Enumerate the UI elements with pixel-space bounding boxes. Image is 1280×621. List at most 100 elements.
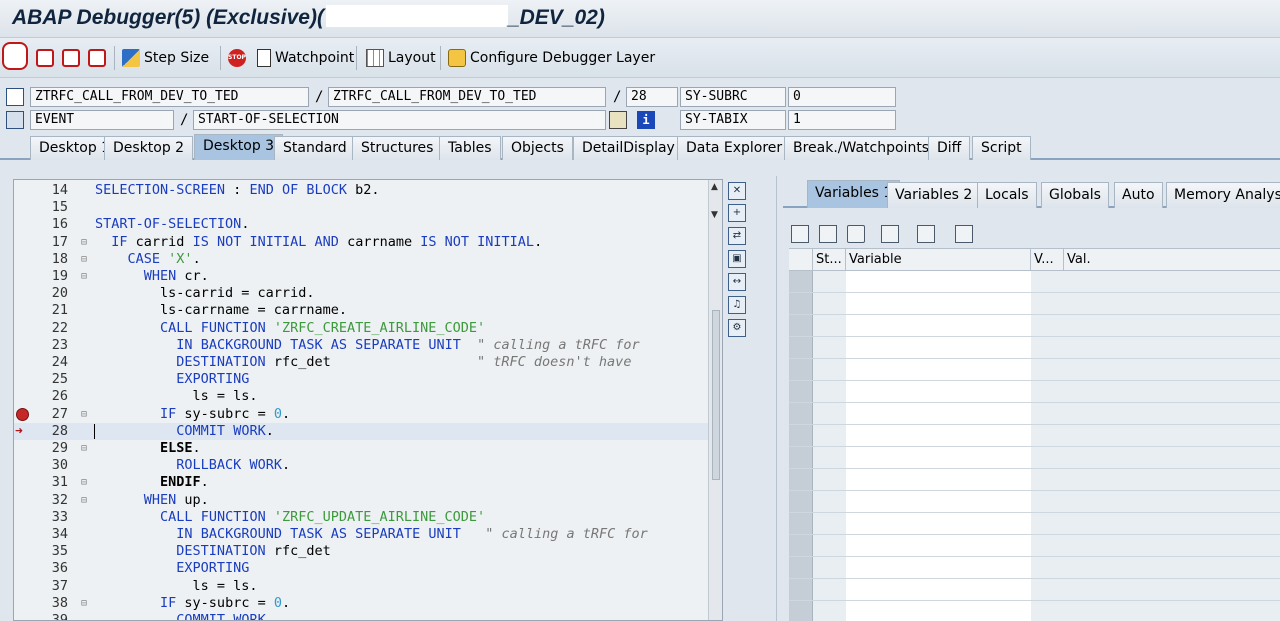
code-line[interactable]: 31 ⊟ ENDIF.: [14, 474, 708, 491]
code-line[interactable]: 22 CALL FUNCTION 'ZRFC_CREATE_AIRLINE_CO…: [14, 320, 708, 337]
code-line[interactable]: 39 COMMIT WORK.: [14, 612, 708, 620]
code-line[interactable]: 14 SELECTION-SCREEN : END OF BLOCK b2.: [14, 182, 708, 199]
table-row[interactable]: [789, 271, 1280, 293]
variable-input-cell[interactable]: [846, 403, 1031, 424]
table-row[interactable]: [789, 293, 1280, 315]
row-selector[interactable]: [789, 579, 813, 600]
variable-input-cell[interactable]: [846, 271, 1031, 292]
layout-button[interactable]: Layout: [366, 46, 436, 70]
variable-input-cell[interactable]: [846, 601, 1031, 621]
tab-desktop-2[interactable]: Desktop 2: [104, 136, 194, 160]
row-selector[interactable]: [789, 403, 813, 424]
column-header-value[interactable]: Val.: [1064, 249, 1280, 271]
row-selector[interactable]: [789, 513, 813, 534]
fold-marker[interactable]: ⊟: [81, 440, 87, 457]
tab-break-watchpoints[interactable]: Break./Watchpoints: [784, 136, 939, 160]
tab-standard[interactable]: Standard: [274, 136, 356, 160]
continue-button[interactable]: [88, 46, 110, 70]
tab-diff[interactable]: Diff: [928, 136, 971, 160]
column-header-status[interactable]: St...: [813, 249, 846, 271]
table-row[interactable]: [789, 469, 1280, 491]
row-selector[interactable]: [789, 469, 813, 490]
fold-marker[interactable]: ⊟: [81, 268, 87, 285]
swap-icon[interactable]: ↔: [728, 273, 746, 291]
table-row[interactable]: [789, 579, 1280, 601]
tab-memory-analysis[interactable]: Memory Analysis: [1166, 182, 1280, 208]
table-row[interactable]: [789, 601, 1280, 621]
row-selector[interactable]: [789, 315, 813, 336]
sysvar1-value-field[interactable]: 0: [788, 87, 896, 107]
fold-marker[interactable]: ⊟: [81, 492, 87, 509]
table-row[interactable]: [789, 447, 1280, 469]
row-selector[interactable]: [789, 491, 813, 512]
fold-marker[interactable]: ⊟: [81, 234, 87, 251]
step-into-button[interactable]: [2, 42, 32, 70]
tab-desktop-3[interactable]: Desktop 3: [194, 134, 284, 160]
tab-objects[interactable]: Objects: [502, 136, 573, 160]
variable-input-cell[interactable]: [846, 557, 1031, 578]
column-header-v[interactable]: V...: [1031, 249, 1064, 271]
variable-input-cell[interactable]: [846, 337, 1031, 358]
code-line[interactable]: 20 ls-carrid = carrid.: [14, 285, 708, 302]
table-row[interactable]: [789, 425, 1280, 447]
scroll-down-icon[interactable]: ▼: [711, 210, 718, 220]
close-icon[interactable]: ✕: [728, 182, 746, 200]
folder-icon[interactable]: [955, 225, 973, 243]
code-line[interactable]: 37 ls = ls.: [14, 578, 708, 595]
maximize-icon[interactable]: ▣: [728, 250, 746, 268]
transfer-icon[interactable]: [917, 225, 935, 243]
row-selector[interactable]: [789, 425, 813, 446]
row-selector[interactable]: [789, 337, 813, 358]
code-line[interactable]: 35 DESTINATION rfc_det: [14, 543, 708, 560]
code-line[interactable]: 24 DESTINATION rfc_det " tRFC doesn't ha…: [14, 354, 708, 371]
row-selector[interactable]: [789, 293, 813, 314]
settings-icon[interactable]: ⚙: [728, 319, 746, 337]
tab-globals[interactable]: Globals: [1041, 182, 1109, 208]
tab-variables-2[interactable]: Variables 2: [887, 182, 981, 208]
sysvar2-value-field[interactable]: 1: [788, 110, 896, 130]
variables-table[interactable]: St... Variable V... Val.: [789, 248, 1280, 621]
navigate-icon[interactable]: [609, 111, 627, 129]
variable-input-cell[interactable]: [846, 513, 1031, 534]
event-type-field[interactable]: EVENT: [30, 110, 174, 130]
table-row[interactable]: [789, 535, 1280, 557]
variable-input-cell[interactable]: [846, 359, 1031, 380]
info-icon[interactable]: i: [637, 111, 655, 129]
fold-marker[interactable]: ⊟: [81, 251, 87, 268]
code-line[interactable]: 17 ⊟ IF carrid IS NOT INITIAL AND carrnam…: [14, 234, 708, 251]
tab-data-explorer[interactable]: Data Explorer: [677, 136, 792, 160]
code-line[interactable]: 15: [14, 199, 708, 216]
table-row[interactable]: [789, 557, 1280, 579]
replace-tool-icon[interactable]: ⇄: [728, 227, 746, 245]
step-size-button[interactable]: Step Size: [122, 46, 209, 70]
variable-input-cell[interactable]: [846, 469, 1031, 490]
variable-input-cell[interactable]: [846, 535, 1031, 556]
execute-button[interactable]: [36, 46, 58, 70]
variable-input-cell[interactable]: [846, 447, 1031, 468]
include-field[interactable]: ZTRFC_CALL_FROM_DEV_TO_TED: [328, 87, 606, 107]
code-line[interactable]: 32 ⊟ WHEN up.: [14, 492, 708, 509]
editor-scrollbar[interactable]: ▲ ▼: [708, 180, 722, 620]
tab-locals[interactable]: Locals: [977, 182, 1037, 208]
tab-detail-display[interactable]: DetailDisplay: [573, 136, 684, 160]
return-button[interactable]: [62, 46, 84, 70]
code-line[interactable]: 19 ⊟ WHEN cr.: [14, 268, 708, 285]
row-selector[interactable]: [789, 359, 813, 380]
table-row[interactable]: [789, 359, 1280, 381]
configure-layer-button[interactable]: Configure Debugger Layer: [448, 46, 655, 70]
code-line[interactable]: 33 CALL FUNCTION 'ZRFC_UPDATE_AIRLINE_CO…: [14, 509, 708, 526]
variable-input-cell[interactable]: [846, 491, 1031, 512]
code-line[interactable]: 29 ⊟ ELSE.: [14, 440, 708, 457]
sysvar1-name-field[interactable]: SY-SUBRC: [680, 87, 786, 107]
table-row[interactable]: [789, 381, 1280, 403]
code-line[interactable]: 28 COMMIT WORK. ➜: [14, 422, 708, 440]
table-row[interactable]: [789, 315, 1280, 337]
event-name-field[interactable]: START-OF-SELECTION: [193, 110, 606, 130]
sysvar2-name-field[interactable]: SY-TABIX: [680, 110, 786, 130]
code-line[interactable]: 26 ls = ls.: [14, 388, 708, 405]
edit-icon[interactable]: [819, 225, 837, 243]
scroll-up-icon[interactable]: ▲: [711, 182, 718, 192]
code-line[interactable]: 23 IN BACKGROUND TASK AS SEPARATE UNIT "…: [14, 337, 708, 354]
variable-input-cell[interactable]: [846, 579, 1031, 600]
code-line[interactable]: 18 ⊟ CASE 'X'.: [14, 251, 708, 268]
